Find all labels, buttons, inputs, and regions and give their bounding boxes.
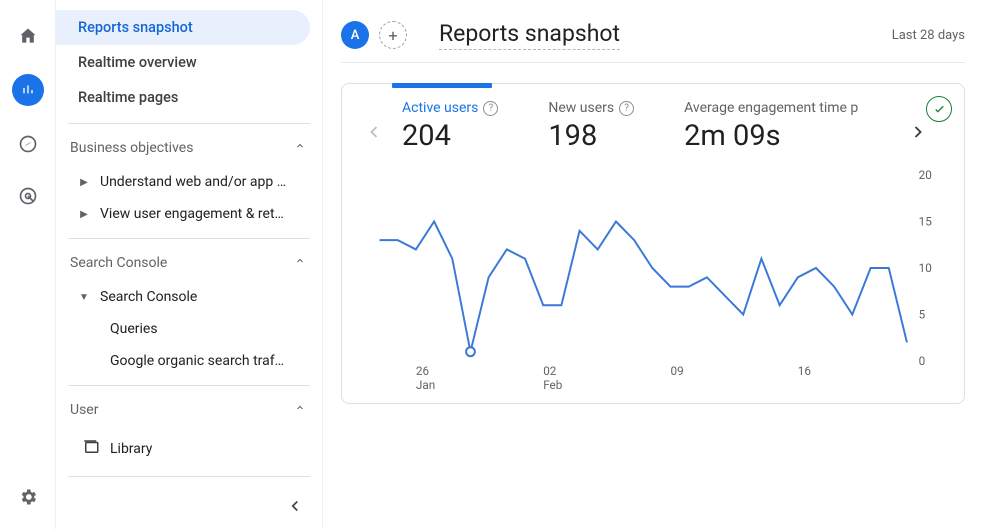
svg-text:09: 09 — [671, 364, 684, 378]
nav-business-item[interactable]: ▶ View user engagement & rete… — [68, 198, 310, 230]
metric-engagement-time[interactable]: Average engagement time p 2m 09s — [684, 100, 858, 153]
nav-label: Queries — [110, 321, 158, 337]
verified-check-icon[interactable] — [926, 96, 952, 122]
library-icon — [82, 438, 100, 460]
svg-text:5: 5 — [919, 307, 926, 321]
collapse-sidebar-button[interactable] — [286, 497, 304, 519]
explore-icon[interactable] — [14, 130, 42, 158]
nav-label: Library — [110, 441, 152, 457]
svg-text:Jan: Jan — [416, 378, 435, 392]
nav-label: View user engagement & rete… — [100, 206, 290, 222]
nav-realtime-overview[interactable]: Realtime overview — [68, 45, 310, 80]
icon-rail — [0, 0, 56, 529]
nav-label: Realtime pages — [78, 89, 178, 106]
metrics-row: Active users? 204 New users? 198 Average… — [360, 100, 946, 153]
svg-text:16: 16 — [798, 364, 812, 378]
section-header[interactable]: Search Console — [68, 245, 310, 281]
home-icon[interactable] — [14, 22, 42, 50]
section-user: User Library — [68, 385, 310, 477]
line-chart: 0 5 10 15 20 26Jan 02Feb 09 16 — [360, 167, 946, 397]
metric-active-users[interactable]: Active users? 204 — [402, 100, 498, 153]
help-icon[interactable]: ? — [483, 101, 498, 116]
metric-label: Average engagement time p — [684, 100, 858, 116]
nav-label: Search Console — [100, 289, 197, 305]
metrics-next-button[interactable] — [908, 122, 928, 146]
main-content: A + Reports snapshot Last 28 days Active… — [323, 0, 983, 529]
chevron-up-icon — [294, 255, 306, 271]
section-search-console: Search Console ▼ Search Console Queries G… — [68, 238, 310, 377]
svg-text:20: 20 — [919, 168, 932, 182]
metric-value: 204 — [402, 119, 498, 153]
help-icon[interactable]: ? — [619, 101, 634, 116]
svg-text:10: 10 — [919, 261, 932, 275]
section-business-objectives: Business objectives ▶ Understand web and/… — [68, 123, 310, 230]
chart-container: 0 5 10 15 20 26Jan 02Feb 09 16 — [360, 167, 946, 401]
svg-text:15: 15 — [919, 214, 933, 228]
caret-right-icon: ▶ — [76, 209, 92, 220]
nav-label: Reports snapshot — [78, 19, 193, 36]
nav-label: Understand web and/or app t… — [100, 174, 290, 190]
svg-text:02: 02 — [543, 364, 557, 378]
segment-chip[interactable]: A — [341, 21, 369, 49]
svg-text:0: 0 — [919, 354, 926, 368]
reports-icon[interactable] — [12, 74, 44, 106]
svg-text:26: 26 — [416, 364, 430, 378]
section-title: Search Console — [70, 255, 167, 271]
chevron-up-icon — [294, 402, 306, 418]
date-range-label: Last 28 days — [892, 28, 965, 43]
ads-icon[interactable] — [14, 182, 42, 210]
nav-search-console-parent[interactable]: ▼ Search Console — [68, 281, 310, 313]
metric-new-users[interactable]: New users? 198 — [548, 100, 634, 153]
metric-value: 198 — [548, 119, 634, 153]
add-segment-button[interactable]: + — [379, 21, 407, 49]
nav-business-item[interactable]: ▶ Understand web and/or app t… — [68, 166, 310, 198]
nav-label: Google organic search traf… — [110, 353, 284, 369]
nav-reports-snapshot[interactable]: Reports snapshot — [56, 10, 310, 45]
section-title: Business objectives — [70, 140, 193, 156]
metric-value: 2m 09s — [684, 119, 858, 153]
page-title: Reports snapshot — [439, 20, 620, 50]
settings-icon[interactable] — [14, 483, 42, 511]
overview-card: Active users? 204 New users? 198 Average… — [341, 83, 965, 404]
plus-icon: + — [388, 26, 397, 45]
caret-down-icon: ▼ — [76, 292, 92, 303]
svg-text:Feb: Feb — [543, 378, 562, 392]
section-header[interactable]: Business objectives — [68, 130, 310, 166]
nav-label: Realtime overview — [78, 54, 197, 71]
date-range-button[interactable]: Last 28 days — [892, 28, 965, 43]
nav-queries[interactable]: Queries — [68, 313, 310, 345]
chip-letter: A — [351, 28, 360, 43]
nav-realtime-pages[interactable]: Realtime pages — [68, 80, 310, 115]
section-title: User — [70, 402, 98, 418]
metric-tab-indicator — [392, 83, 492, 88]
metric-label: Active users — [402, 100, 478, 116]
nav-organic-traffic[interactable]: Google organic search traf… — [68, 345, 310, 377]
sidebar: Reports snapshot Realtime overview Realt… — [56, 0, 323, 529]
nav-library[interactable]: Library — [68, 428, 310, 470]
chevron-up-icon — [294, 140, 306, 156]
metric-label: New users — [548, 100, 614, 116]
page-header: A + Reports snapshot Last 28 days — [341, 20, 965, 63]
caret-right-icon: ▶ — [76, 177, 92, 188]
section-header[interactable]: User — [68, 392, 310, 428]
metrics-prev-button[interactable] — [364, 122, 384, 146]
